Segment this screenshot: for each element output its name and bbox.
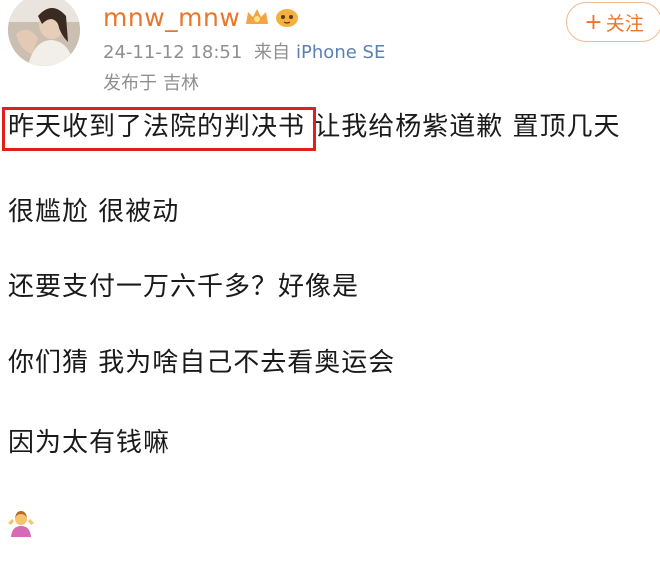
plus-icon: + [584,9,603,35]
follow-label: 关注 [605,12,644,35]
post-line-1: 昨天收到了法院的判决书 让我给杨紫道歉 置顶几天 [2,107,621,151]
highlighted-text: 昨天收到了法院的判决书 [8,112,306,142]
user-avatar[interactable] [8,0,80,66]
source-prefix: 来自 [254,42,291,63]
location-prefix: 发布于 [103,73,157,94]
post-line-5: 因为太有钱嘛 [8,428,171,458]
post-line-4: 你们猜 我为啥自己不去看奥运会 [8,348,396,378]
device-name[interactable]: iPhone SE [296,42,385,63]
location-name: 吉林 [163,73,199,94]
username-row: mnw_mnw [103,0,300,34]
post-meta: 24-11-12 18:51 来自 iPhone SE [103,38,391,64]
post-timestamp: 24-11-12 18:51 [103,42,243,63]
member-crown-icon [244,6,270,28]
post-location: 发布于 吉林 [103,69,205,95]
post-line-2: 很尴尬 很被动 [8,197,180,227]
pet-badge-icon [274,6,300,28]
line-1-rest: 让我给杨紫道歉 置顶几天 [314,112,621,142]
weibo-post: mnw_mnw 24-11-12 18:51 来自 iPhone SE 发布于 吉林… [0,0,660,564]
username[interactable]: mnw_mnw [103,3,240,32]
person-shrugging-emoji [6,507,36,537]
post-line-3: 还要支付一万六千多？好像是 [8,272,360,302]
follow-button[interactable]: + 关注 [566,2,660,42]
